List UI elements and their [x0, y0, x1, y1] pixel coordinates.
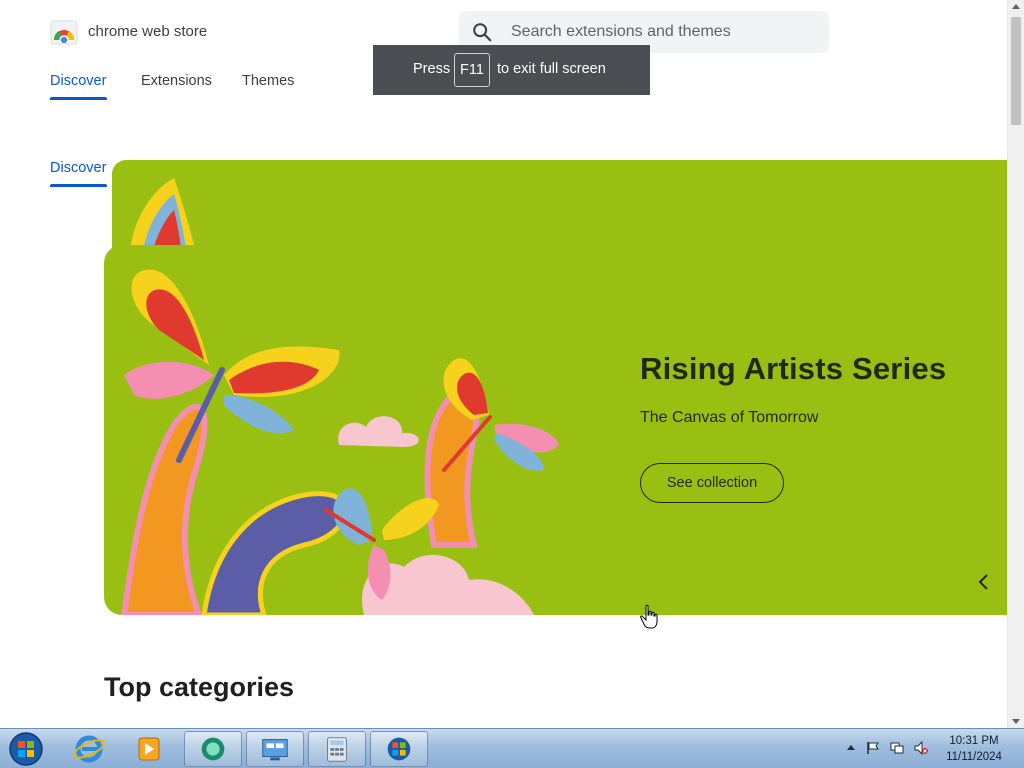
hero-title: Rising Artists Series — [640, 351, 947, 386]
carousel-back-slide[interactable] — [112, 160, 1007, 255]
clock-date: 11/11/2024 — [946, 751, 1002, 763]
scroll-up-arrow-icon[interactable] — [1012, 4, 1020, 9]
messenger-icon[interactable] — [184, 731, 242, 767]
chevron-left-icon[interactable] — [976, 571, 992, 593]
calculator-icon[interactable] — [308, 731, 366, 767]
system-clock[interactable]: 10:31 PM 11/11/2024 — [938, 733, 1010, 765]
scroll-thumb[interactable] — [1011, 17, 1021, 125]
show-hidden-icons-icon[interactable] — [844, 741, 858, 755]
browser-page: { "header": { "brand": "chrome web store… — [0, 0, 1024, 768]
chrome-windows-icon[interactable] — [370, 731, 428, 767]
hero-subtitle: The Canvas of Tomorrow — [640, 409, 819, 426]
top-categories-heading: Top categories — [104, 672, 295, 702]
tab-themes[interactable]: Themes — [242, 73, 294, 89]
volume-muted-icon[interactable] — [914, 741, 928, 755]
start-orb-icon[interactable] — [6, 730, 46, 768]
windows-taskbar: 10:31 PM 11/11/2024 — [0, 728, 1024, 768]
tab-discover-underline — [50, 97, 107, 100]
butterfly-illustration-icon — [130, 178, 197, 255]
secondary-tab-discover[interactable]: Discover — [50, 160, 106, 176]
fullscreen-exit-toast: Press F11 to exit full screen — [373, 45, 650, 95]
hand-cursor-icon — [640, 604, 658, 629]
search-icon — [473, 23, 492, 42]
toast-text-before: Press — [413, 61, 451, 77]
network-icon[interactable] — [890, 741, 904, 755]
action-center-flag-icon[interactable] — [866, 741, 880, 755]
secondary-tab-underline — [50, 184, 107, 187]
clock-time: 10:31 PM — [949, 735, 999, 747]
see-collection-button[interactable]: See collection — [640, 463, 784, 503]
search-input[interactable] — [511, 20, 811, 44]
brand-name[interactable]: chrome web store — [88, 23, 207, 40]
butterflies-illustration-icon — [120, 269, 559, 615]
internet-explorer-icon[interactable] — [60, 731, 118, 767]
toast-text-after: to exit full screen — [497, 61, 606, 77]
remote-desktop-icon[interactable] — [246, 731, 304, 767]
page-scrollbar[interactable] — [1007, 0, 1024, 728]
chrome-web-store-logo-icon[interactable] — [50, 18, 78, 46]
media-player-icon[interactable] — [120, 731, 178, 767]
tab-discover[interactable]: Discover — [50, 73, 106, 89]
hero-banner[interactable]: Rising Artists Series The Canvas of Tomo… — [104, 245, 1007, 615]
scroll-down-arrow-icon[interactable] — [1012, 719, 1020, 724]
tab-extensions[interactable]: Extensions — [141, 73, 212, 89]
toast-key: F11 — [454, 53, 490, 87]
